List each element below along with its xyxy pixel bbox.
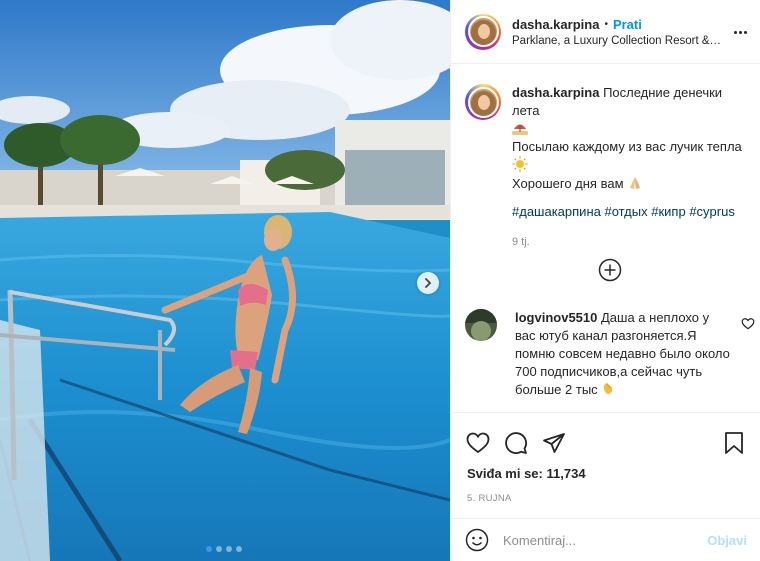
comment-item: logvinov5510 Даша а неплохо у вас ютуб к… [465, 309, 755, 399]
post-actions: Sviđa mi se: 11,734 5. RUJNA [451, 412, 760, 518]
load-more-comments-icon[interactable] [598, 258, 622, 282]
comment-button[interactable] [503, 430, 529, 456]
hashtag-link[interactable]: #отдых [604, 204, 647, 219]
caption-line-3: Хорошего дня вам [512, 176, 624, 191]
comment-input[interactable] [503, 532, 700, 548]
caption-username[interactable]: dasha.karpina [512, 85, 599, 100]
likes-label[interactable]: Sviđa mi se: [467, 466, 543, 481]
sun-icon [512, 156, 528, 172]
carousel-dot [236, 546, 242, 552]
like-comment-icon[interactable] [741, 317, 755, 331]
post-sidebar: dasha.karpina • Prati Parklane, a Luxury… [450, 0, 760, 561]
post-header: dasha.karpina • Prati Parklane, a Luxury… [451, 0, 760, 64]
next-slide-button[interactable] [417, 272, 439, 294]
pool-photo-image [0, 0, 450, 561]
hashtag-link[interactable]: #cyprus [689, 204, 735, 219]
share-button[interactable] [541, 430, 567, 456]
carousel-dot [226, 546, 232, 552]
clapping-hands-icon [604, 383, 613, 394]
caption-line-2: Посылаю каждому из вас лучик тепла [512, 139, 742, 154]
paper-plane-icon [543, 433, 565, 453]
commenter-avatar[interactable] [465, 309, 497, 341]
location-link[interactable]: Parklane, a Luxury Collection Resort & .… [512, 35, 722, 47]
comments-area[interactable]: dasha.karpina Последние денечки лета Пос… [451, 64, 760, 412]
post-date: 5. RUJNA [467, 493, 512, 504]
commenter-username[interactable]: logvinov5510 [515, 310, 597, 325]
author-username[interactable]: dasha.karpina [512, 17, 599, 32]
add-comment-bar: Objavi [451, 518, 760, 561]
carousel-indicator [206, 546, 242, 552]
speech-bubble-icon [505, 432, 527, 454]
carousel-dot [206, 546, 212, 552]
chevron-right-icon [425, 278, 432, 288]
like-button[interactable] [465, 430, 491, 456]
post-age: 9 tj. [512, 236, 530, 248]
hashtag-link[interactable]: #кипр [651, 204, 685, 219]
caption-avatar[interactable] [465, 84, 501, 120]
hashtags: #дашакарпина #отдых #кипр #cyprus [512, 203, 747, 221]
beach-umbrella-icon [512, 124, 528, 135]
save-button[interactable] [721, 430, 747, 456]
more-options-icon[interactable] [730, 24, 750, 40]
emoji-picker-icon[interactable] [465, 528, 489, 552]
heart-icon [466, 432, 490, 454]
follow-button[interactable]: Prati [613, 17, 642, 32]
separator-dot: • [604, 18, 608, 30]
folded-hands-icon [630, 177, 641, 189]
hashtag-link[interactable]: #дашакарпина [512, 204, 601, 219]
bookmark-icon [725, 432, 743, 454]
likes-count[interactable]: Sviđa mi se: 11,734 [451, 461, 760, 481]
likes-number[interactable]: 11,734 [547, 466, 586, 481]
caption: dasha.karpina Последние денечки лета Пос… [451, 64, 760, 251]
carousel-dot [216, 546, 222, 552]
post-comment-button[interactable]: Objavi [707, 533, 747, 548]
author-avatar[interactable] [465, 13, 501, 50]
post-photo[interactable] [0, 0, 450, 561]
